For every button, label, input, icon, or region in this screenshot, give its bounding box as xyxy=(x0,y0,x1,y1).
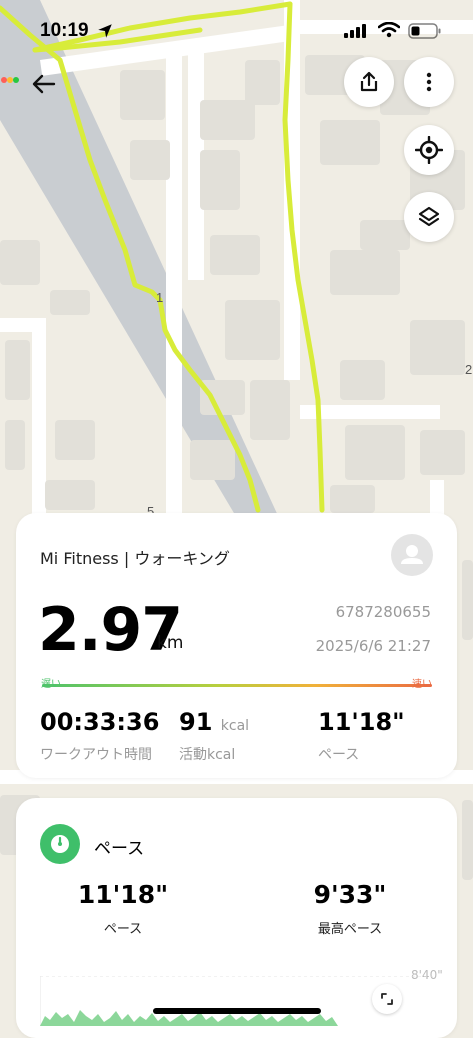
distance-value: 2.97 xyxy=(38,595,183,665)
best-pace-value: 9'33" xyxy=(313,880,387,909)
layers-icon xyxy=(418,206,440,227)
status-time: 10:19 xyxy=(40,20,89,41)
kcal-unit: kcal xyxy=(220,718,250,734)
back-arrow-icon[interactable] xyxy=(28,68,60,100)
pace-card: ペース 11'18" ペース 9'33" 最高ペース 8'40" xyxy=(16,798,457,1038)
kcal-value: 91 xyxy=(179,708,213,736)
wifi-icon xyxy=(378,22,400,38)
more-icon xyxy=(426,72,432,92)
avg-pace-label: ペース xyxy=(103,922,143,937)
avatar[interactable] xyxy=(391,534,433,576)
kcal-label: 活動kcal xyxy=(179,747,236,763)
pace-value: 11'18" xyxy=(318,708,405,736)
route-marker-1: 1 xyxy=(156,290,164,305)
slow-label: 遅い xyxy=(41,679,61,690)
layers-button[interactable] xyxy=(404,192,454,242)
home-indicator[interactable] xyxy=(153,1008,321,1014)
workout-date: 2025/6/6 21:27 xyxy=(315,637,431,655)
expand-chart-button[interactable] xyxy=(372,984,402,1014)
locate-button[interactable] xyxy=(404,125,454,175)
pace-gradient-bar xyxy=(42,684,432,687)
best-pace-label: 最高ペース xyxy=(317,922,383,937)
locate-icon xyxy=(415,136,443,164)
workout-source: Mi Fitness | ウォーキング xyxy=(40,549,230,568)
gauge-icon xyxy=(51,835,69,853)
share-button[interactable] xyxy=(344,57,394,107)
expand-icon xyxy=(381,993,393,1005)
avg-pace-value: 11'18" xyxy=(77,880,169,909)
share-icon xyxy=(360,71,378,92)
location-arrow-icon xyxy=(98,24,112,38)
workout-id: 6787280655 xyxy=(335,603,431,621)
workout-summary-card: Mi Fitness | ウォーキング 2.97 km 6787280655 2… xyxy=(16,513,457,778)
pace-icon-badge xyxy=(40,824,80,864)
more-button[interactable] xyxy=(404,57,454,107)
duration-label: ワークアウト時間 xyxy=(40,747,152,763)
distance-unit: km xyxy=(157,633,184,653)
battery-icon xyxy=(408,23,441,39)
status-bar: 10:19 xyxy=(0,14,473,50)
fast-label: 速い xyxy=(412,679,432,690)
cellular-signal-icon xyxy=(344,24,366,38)
avatar-icon xyxy=(401,545,423,564)
kcal-stat: 91 kcal xyxy=(179,708,249,736)
pace-label: ペース xyxy=(318,747,360,763)
pace-card-title: ペース xyxy=(94,839,145,859)
duration-value: 00:33:36 xyxy=(40,708,160,736)
route-marker-2: 2 xyxy=(465,362,473,377)
